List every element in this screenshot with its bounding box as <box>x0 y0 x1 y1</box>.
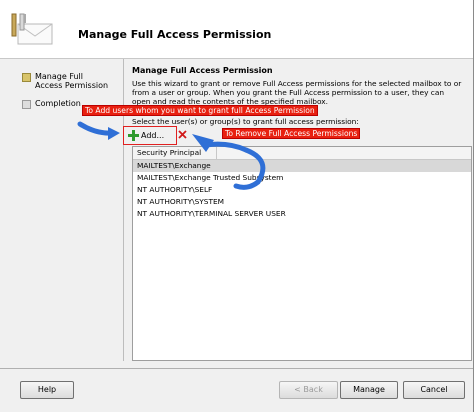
list-row[interactable]: NT AUTHORITY\SYSTEM <box>133 196 471 208</box>
description: Use this wizard to grant or remove Full … <box>132 79 462 106</box>
column-header-security-principal[interactable]: Security Principal <box>133 147 217 159</box>
remove-callout: To Remove Full Access Permissions <box>222 128 361 139</box>
add-icon <box>128 130 139 141</box>
manage-button[interactable]: Manage <box>340 381 398 399</box>
add-callout: To Add users whom you want to grant full… <box>82 105 318 116</box>
step-pending-icon <box>22 100 31 109</box>
security-principal-list[interactable]: Security Principal MAILTEST\Exchange MAI… <box>132 146 472 361</box>
list-row[interactable]: MAILTEST\Exchange <box>133 160 471 172</box>
add-button[interactable]: Add... <box>123 126 177 145</box>
step-current-icon <box>22 73 31 82</box>
wizard-title: Manage Full Access Permission <box>78 28 272 41</box>
section-title: Manage Full Access Permission <box>132 66 273 75</box>
add-button-label: Add... <box>141 131 165 140</box>
step-manage-full-access: Manage Full Access Permission <box>22 72 111 90</box>
wizard-window: Manage Full Access Permission Manage Ful… <box>0 0 474 412</box>
cancel-button[interactable]: Cancel <box>403 381 465 399</box>
wizard-icon <box>11 13 53 45</box>
list-header: Security Principal <box>133 147 471 160</box>
list-row[interactable]: NT AUTHORITY\TERMINAL SERVER USER <box>133 208 471 220</box>
footer-divider <box>0 368 473 369</box>
select-label: Select the user(s) or group(s) to grant … <box>132 117 359 126</box>
list-row[interactable]: NT AUTHORITY\SELF <box>133 184 471 196</box>
help-button[interactable]: Help <box>20 381 74 399</box>
wizard-header: Manage Full Access Permission <box>0 0 473 59</box>
list-row[interactable]: MAILTEST\Exchange Trusted Subsystem <box>133 172 471 184</box>
remove-icon[interactable] <box>178 130 187 139</box>
back-button[interactable]: < Back <box>279 381 338 399</box>
step-label: Manage Full Access Permission <box>35 72 109 90</box>
